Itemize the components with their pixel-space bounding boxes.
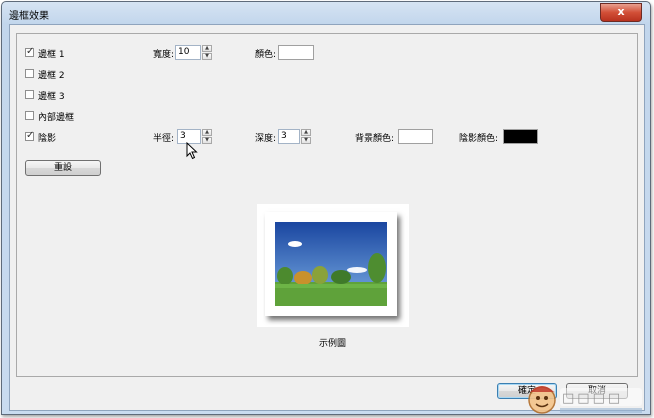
width-input[interactable]: 10 <box>175 45 201 60</box>
border1-label: 邊框 1 <box>38 50 65 60</box>
border1-checkbox[interactable] <box>25 46 34 57</box>
inner-border-checkbox[interactable] <box>25 111 34 120</box>
depth-spinner[interactable]: ▲ ▼ <box>301 129 311 144</box>
spin-down-icon[interactable]: ▼ <box>202 53 212 60</box>
border3-label: 邊框 3 <box>38 92 65 102</box>
close-button[interactable]: x <box>600 3 642 22</box>
preview-frame <box>265 212 397 316</box>
border-color-swatch[interactable] <box>278 45 314 60</box>
settings-panel: 邊框 1 寬度: 10 ▲ ▼ 顏色: 邊框 2 邊框 3 內部邊框 陰影 半徑… <box>16 33 638 377</box>
landscape-image <box>275 222 387 306</box>
shadow-checkbox[interactable] <box>25 130 34 141</box>
width-label: 寬度: <box>153 50 175 60</box>
spin-up-icon[interactable]: ▲ <box>202 129 212 136</box>
width-spinner[interactable]: ▲ ▼ <box>202 45 212 60</box>
dialog-client-area: 邊框 1 寬度: 10 ▲ ▼ 顏色: 邊框 2 邊框 3 內部邊框 陰影 半徑… <box>9 24 645 411</box>
border2-checkbox[interactable] <box>25 69 34 78</box>
depth-label: 深度: <box>255 134 277 144</box>
bg-color-swatch[interactable] <box>398 129 433 144</box>
border3-checkbox[interactable] <box>25 90 34 99</box>
window-title: 邊框效果 <box>9 11 49 22</box>
color-label: 顏色: <box>255 50 277 60</box>
spin-down-icon[interactable]: ▼ <box>301 137 311 144</box>
spin-up-icon[interactable]: ▲ <box>301 129 311 136</box>
title-bar[interactable]: 邊框效果 x <box>2 2 650 24</box>
preview-caption: 示例圖 <box>319 339 347 349</box>
reset-button[interactable]: 重設 <box>25 160 101 176</box>
watermark-logo: □□□□ <box>528 386 642 414</box>
spin-up-icon[interactable]: ▲ <box>202 45 212 52</box>
depth-input[interactable]: 3 <box>278 129 300 144</box>
shadow-label: 陰影 <box>38 134 57 144</box>
dialog-window: 邊框效果 x 邊框 1 寬度: 10 ▲ ▼ 顏色: 邊框 2 邊框 3 內部邊… <box>1 1 651 415</box>
border2-label: 邊框 2 <box>38 71 65 81</box>
spin-down-icon[interactable]: ▼ <box>202 137 212 144</box>
radius-label: 半徑: <box>153 134 175 144</box>
bg-color-label: 背景顏色: <box>355 134 395 144</box>
inner-border-label: 內部邊框 <box>38 113 75 123</box>
svg-text:□□□□: □□□□ <box>562 391 623 406</box>
mouse-cursor-icon <box>186 142 198 160</box>
close-icon: x <box>617 5 625 18</box>
radius-spinner[interactable]: ▲ ▼ <box>202 129 212 144</box>
preview-area <box>257 204 409 327</box>
shadow-color-swatch[interactable] <box>503 129 538 144</box>
shadow-color-label: 陰影顏色: <box>459 134 499 144</box>
